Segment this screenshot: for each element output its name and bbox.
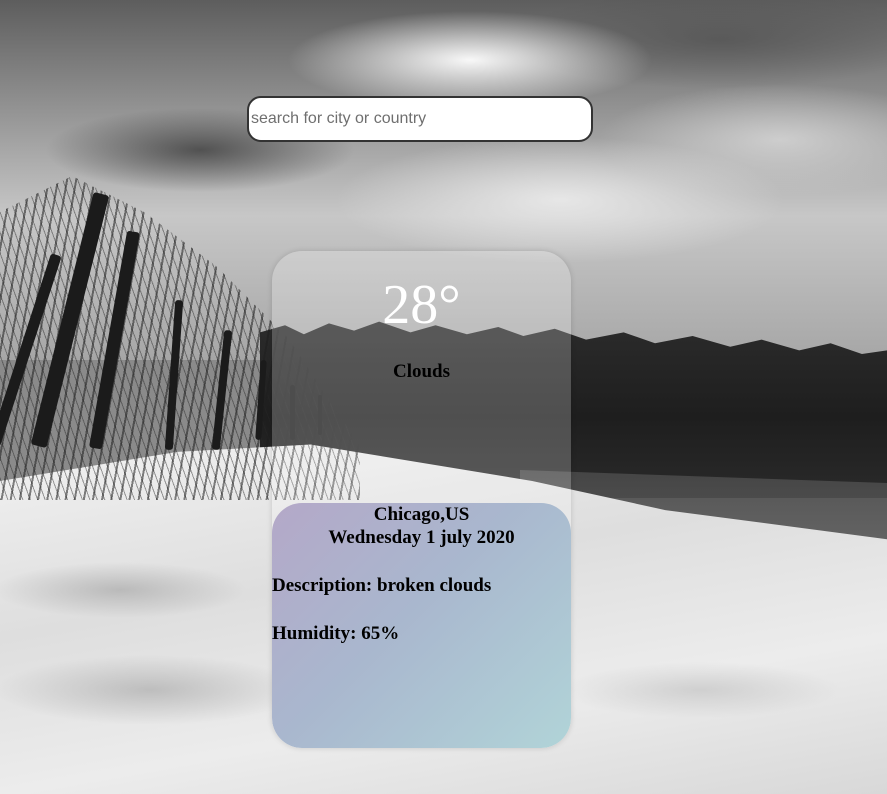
- humidity-text: Humidity: 65%: [272, 623, 400, 644]
- description-text: Description: broken clouds: [272, 575, 492, 596]
- location-label: Chicago,US: [373, 504, 470, 525]
- date-label: Wednesday 1 july 2020: [328, 527, 515, 548]
- temperature: 28°: [382, 274, 461, 336]
- weather-details-panel: Chicago,US Wednesday 1 july 2020 Descrip…: [272, 503, 571, 748]
- weather-card: 28° Clouds Chicago,US Wednesday 1 july 2…: [272, 251, 571, 748]
- search-input[interactable]: [247, 96, 593, 142]
- weather-condition: Clouds: [392, 361, 451, 382]
